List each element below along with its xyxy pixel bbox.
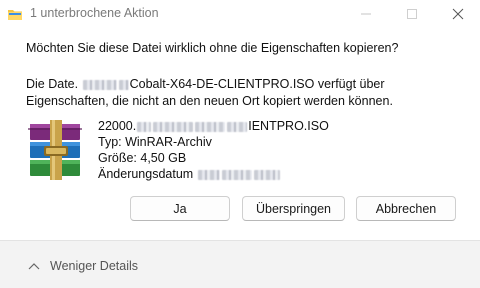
redacted-text (153, 121, 194, 132)
maximize-button[interactable] (390, 0, 434, 28)
dialog-footer: Weniger Details (0, 240, 480, 288)
file-details: 22000. IENTPRO.ISO Typ: WinRAR-Archiv Grö… (98, 118, 329, 182)
less-details-label: Weniger Details (50, 259, 139, 273)
close-icon (452, 8, 464, 20)
description-line-1: Die Date. Cobalt-X64-DE-CLIENTPRO.ISO ve… (26, 76, 466, 93)
redacted-text (221, 169, 252, 180)
file-name: 22000. IENTPRO.ISO (98, 119, 329, 133)
close-button[interactable] (436, 0, 480, 28)
redacted-text (118, 79, 129, 90)
description-text: Die Date. Cobalt-X64-DE-CLIENTPRO.ISO ve… (26, 76, 466, 110)
title-bar: 1 unterbrochene Aktion (0, 0, 480, 28)
maximize-icon (407, 9, 417, 19)
minimize-button[interactable] (344, 0, 388, 28)
yes-button[interactable]: Ja (130, 196, 230, 221)
confirm-question: Möchten Sie diese Datei wirklich ohne di… (26, 41, 399, 55)
minimize-icon (361, 13, 371, 15)
winrar-archive-icon (24, 116, 88, 182)
description-line-2: Eigenschaften, die nicht an den neuen Or… (26, 94, 393, 108)
file-size: Größe: 4,50 GB (98, 151, 187, 165)
redacted-text (253, 169, 280, 180)
redacted-text (82, 79, 117, 90)
redacted-text (227, 121, 248, 132)
cancel-button[interactable]: Abbrechen (356, 196, 456, 221)
file-explorer-icon (7, 6, 23, 22)
window-title: 1 unterbrochene Aktion (30, 6, 159, 20)
redacted-text (137, 121, 152, 132)
chevron-up-icon (28, 263, 40, 270)
redacted-text (195, 121, 226, 132)
description-suffix: Cobalt-X64-DE-CLIENTPRO.ISO verfügt über (129, 77, 385, 91)
skip-button[interactable]: Überspringen (242, 196, 345, 221)
file-type: Typ: WinRAR-Archiv (98, 135, 212, 149)
redacted-text (197, 169, 220, 180)
file-modified: Änderungsdatum (98, 166, 329, 182)
description-prefix: Die Date. (26, 77, 79, 91)
